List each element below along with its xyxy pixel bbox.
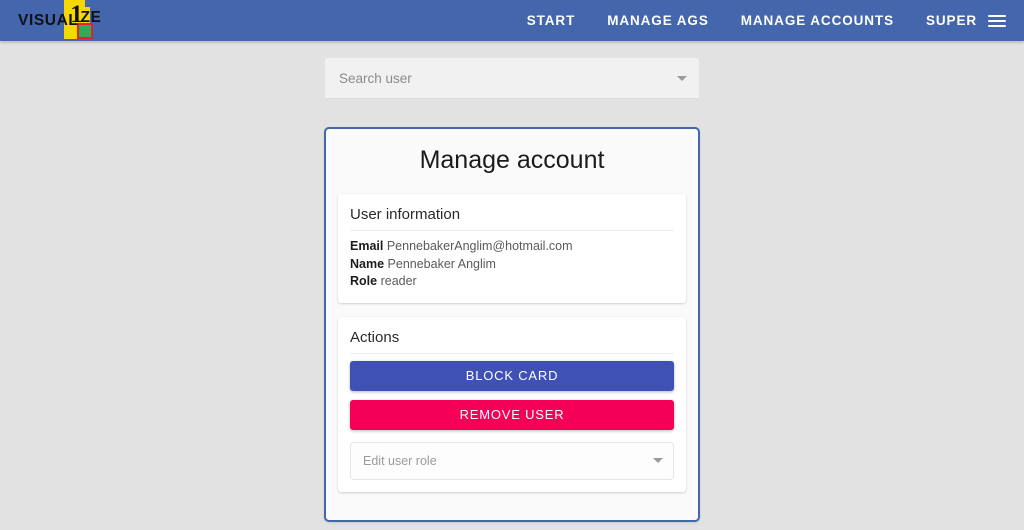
nav-links: START MANAGE AGS MANAGE ACCOUNTS SUPER	[527, 13, 1006, 28]
user-info-label-name: Name	[350, 256, 385, 271]
user-info-value-email: PennebakerAnglim@hotmail.com	[386, 239, 573, 253]
top-navigation-bar: VISUAL 1 ZE START MANAGE AGS MANAGE ACCO…	[0, 0, 1024, 41]
actions-heading: Actions	[350, 329, 674, 354]
edit-user-role-placeholder: Edit user role	[363, 453, 437, 468]
edit-user-role-select[interactable]: Edit user role	[350, 441, 674, 480]
chevron-down-icon[interactable]	[653, 458, 663, 463]
remove-user-button[interactable]: REMOVE USER	[350, 399, 674, 430]
hamburger-line-1	[988, 14, 1006, 17]
page-title: Manage account	[419, 146, 605, 174]
search-user-placeholder: Search user	[339, 70, 412, 86]
nav-link-start[interactable]: START	[527, 13, 576, 28]
user-info-label-email: Email	[350, 239, 384, 253]
hamburger-line-2	[988, 19, 1006, 22]
brand-logo[interactable]: VISUAL 1 ZE	[0, 0, 101, 41]
user-info-row-role: Role reader	[350, 273, 674, 291]
nav-link-manage-ags[interactable]: MANAGE AGS	[607, 13, 709, 28]
user-information-heading: User information	[350, 206, 674, 231]
user-info-label-role: Role	[350, 274, 378, 288]
nav-link-manage-accounts[interactable]: MANAGE ACCOUNTS	[741, 13, 894, 28]
user-info-row-name: Name Pennebaker Anglim	[350, 256, 674, 274]
search-user-select[interactable]: Search user	[324, 57, 700, 99]
user-info-value-role: reader	[380, 274, 417, 288]
user-info-row-email: Email PennebakerAnglim@hotmail.com	[350, 238, 674, 256]
manage-account-card: Manage account User information Email Pe…	[324, 127, 700, 522]
logo-text-right: ZE	[80, 9, 102, 26]
nav-user-label: SUPER	[925, 13, 977, 28]
user-info-value-name: Pennebaker Anglim	[387, 256, 496, 271]
block-card-button[interactable]: BLOCK CARD	[350, 360, 674, 391]
hamburger-menu-icon[interactable]	[988, 14, 1006, 27]
page-content: Search user Manage account User informat…	[0, 41, 1024, 522]
nav-user-menu[interactable]: SUPER	[926, 13, 1006, 28]
hamburger-line-3	[988, 24, 1006, 27]
chevron-down-icon[interactable]	[677, 75, 687, 81]
actions-panel: Actions BLOCK CARD REMOVE USER Edit user…	[338, 316, 686, 492]
user-information-panel: User information Email PennebakerAnglim@…	[338, 194, 686, 303]
logo-text-left: VISUAL	[18, 11, 79, 29]
